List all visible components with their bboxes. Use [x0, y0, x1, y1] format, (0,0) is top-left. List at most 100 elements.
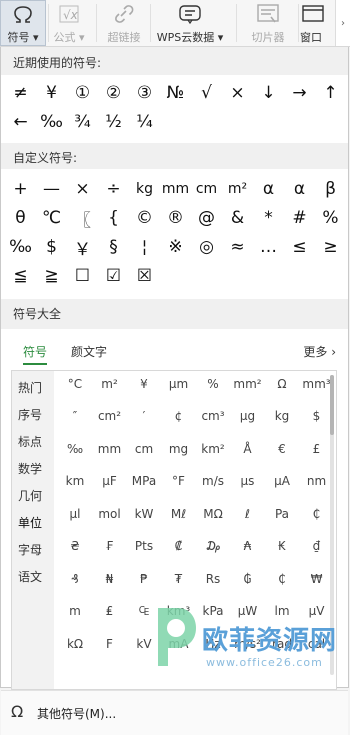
unit-symbol[interactable]: ₵ — [300, 501, 334, 526]
custom-symbol[interactable]: 〖 — [67, 204, 98, 232]
category-item[interactable]: 字母 — [18, 541, 42, 558]
custom-symbol[interactable]: ￥ — [67, 233, 98, 261]
other-symbols-link[interactable]: 其他符号(M)... — [37, 705, 116, 722]
category-item[interactable]: 数学 — [18, 460, 42, 477]
unit-symbol[interactable]: ₭ — [265, 534, 299, 559]
unit-symbol[interactable]: MPa — [127, 469, 161, 494]
unit-symbol[interactable]: °F — [162, 469, 196, 494]
unit-symbol[interactable]: € — [265, 436, 299, 461]
tab-symbols[interactable]: 符号 — [23, 343, 48, 365]
symbol-button[interactable]: 符号 ▾ — [0, 0, 46, 46]
custom-symbol[interactable]: * — [253, 204, 284, 232]
category-item[interactable]: 语文 — [18, 568, 42, 585]
custom-symbol[interactable]: ≈ — [222, 233, 253, 261]
unit-symbol[interactable]: mA — [162, 631, 196, 656]
unit-symbol[interactable]: Rs — [196, 566, 230, 591]
unit-symbol[interactable]: kΩ — [58, 631, 92, 656]
recent-symbol[interactable]: ¼ — [129, 108, 160, 136]
recent-symbol[interactable]: √ — [191, 79, 222, 107]
unit-symbol[interactable]: cm — [127, 436, 161, 461]
wps-cloud-data-button[interactable]: WPS云数据 ▾ — [152, 0, 228, 46]
recent-symbol[interactable]: → — [284, 79, 315, 107]
custom-symbol[interactable]: ≦ — [5, 262, 36, 290]
recent-symbol[interactable]: ≠ — [5, 79, 36, 107]
unit-symbol[interactable]: Hz — [196, 631, 230, 656]
custom-symbol[interactable]: & — [222, 204, 253, 232]
category-item[interactable]: 序号 — [18, 406, 42, 423]
custom-symbol[interactable]: % — [315, 204, 346, 232]
custom-symbol[interactable]: ≧ — [36, 262, 67, 290]
unit-symbol[interactable]: Pa — [265, 501, 299, 526]
unit-symbol[interactable]: μm — [162, 371, 196, 396]
custom-symbol[interactable]: mm — [160, 175, 191, 203]
unit-symbol[interactable]: mm³ — [300, 371, 334, 396]
unit-symbol[interactable]: μs — [231, 469, 265, 494]
custom-symbol[interactable]: ≥ — [315, 233, 346, 261]
unit-symbol[interactable]: ₱ — [127, 566, 161, 591]
unit-symbol[interactable]: lm — [265, 599, 299, 624]
custom-symbol[interactable]: ☑ — [98, 262, 129, 290]
category-item[interactable]: 几何 — [18, 487, 42, 504]
recent-symbol[interactable]: ← — [5, 108, 36, 136]
unit-symbol[interactable]: kV — [127, 631, 161, 656]
recent-symbol[interactable]: ¾ — [67, 108, 98, 136]
unit-symbol[interactable]: ¢ — [162, 404, 196, 429]
custom-symbol[interactable]: α — [253, 175, 284, 203]
unit-symbol[interactable]: km — [58, 469, 92, 494]
unit-symbol[interactable]: ₦ — [93, 566, 127, 591]
custom-symbol[interactable]: ¦ — [129, 233, 160, 261]
recent-symbol[interactable]: ① — [67, 79, 98, 107]
custom-symbol[interactable]: { — [98, 204, 129, 232]
unit-symbol[interactable]: cm² — [93, 404, 127, 429]
grid-scrollbar-thumb[interactable] — [330, 375, 334, 435]
unit-symbol[interactable]: % — [196, 371, 230, 396]
unit-symbol[interactable]: μl — [58, 501, 92, 526]
unit-symbol[interactable]: ₫ — [300, 534, 334, 559]
unit-symbol[interactable]: MΩ — [196, 501, 230, 526]
unit-symbol[interactable]: mg — [162, 436, 196, 461]
custom-symbol[interactable]: @ — [191, 204, 222, 232]
category-item[interactable]: 单位 — [18, 514, 42, 531]
unit-symbol[interactable]: ℓ — [231, 501, 265, 526]
unit-symbol[interactable]: Å — [231, 436, 265, 461]
unit-symbol[interactable]: kg — [265, 404, 299, 429]
custom-symbol[interactable]: kg — [129, 175, 160, 203]
custom-symbol[interactable]: ÷ — [98, 175, 129, 203]
unit-symbol[interactable]: ₵ — [265, 566, 299, 591]
custom-symbol[interactable]: + — [5, 175, 36, 203]
recent-symbol[interactable]: ¥ — [36, 79, 67, 107]
unit-symbol[interactable]: ₲ — [231, 566, 265, 591]
custom-symbol[interactable]: ‰ — [5, 233, 36, 261]
unit-symbol[interactable]: ₳ — [231, 534, 265, 559]
unit-symbol[interactable]: °C — [58, 371, 92, 396]
custom-symbol[interactable]: — — [36, 175, 67, 203]
hyperlink-button[interactable]: 超链接 — [100, 0, 148, 46]
unit-symbol[interactable]: μW — [231, 599, 265, 624]
unit-symbol[interactable]: nm — [300, 469, 334, 494]
unit-symbol[interactable]: cal — [300, 631, 334, 656]
category-item[interactable]: 标点 — [18, 433, 42, 450]
custom-symbol[interactable]: ® — [160, 204, 191, 232]
recent-symbol[interactable]: ‰ — [36, 108, 67, 136]
unit-symbol[interactable]: ₩ — [300, 566, 334, 591]
window-button[interactable]: 窗口 — [300, 0, 330, 46]
custom-symbol[interactable]: ☒ — [129, 262, 160, 290]
custom-symbol[interactable]: ☐ — [67, 262, 98, 290]
unit-symbol[interactable]: cm³ — [196, 404, 230, 429]
custom-symbol[interactable]: … — [253, 233, 284, 261]
unit-symbol[interactable]: Pts — [127, 534, 161, 559]
custom-symbol[interactable]: ※ — [160, 233, 191, 261]
unit-symbol[interactable]: ‰ — [58, 436, 92, 461]
unit-symbol[interactable]: m² — [93, 371, 127, 396]
unit-symbol[interactable]: m/s² — [231, 631, 265, 656]
unit-symbol[interactable]: mm — [93, 436, 127, 461]
formula-button[interactable]: √x 公式 ▾ — [50, 0, 88, 46]
unit-symbol[interactable]: Ω — [265, 371, 299, 396]
unit-symbol[interactable]: kW — [127, 501, 161, 526]
category-item[interactable]: 热门 — [18, 379, 42, 396]
unit-symbol[interactable]: μV — [300, 599, 334, 624]
unit-symbol[interactable]: ₮ — [162, 566, 196, 591]
custom-symbol[interactable]: § — [98, 233, 129, 261]
unit-symbol[interactable]: ″ — [58, 404, 92, 429]
unit-symbol[interactable]: ₴ — [58, 534, 92, 559]
